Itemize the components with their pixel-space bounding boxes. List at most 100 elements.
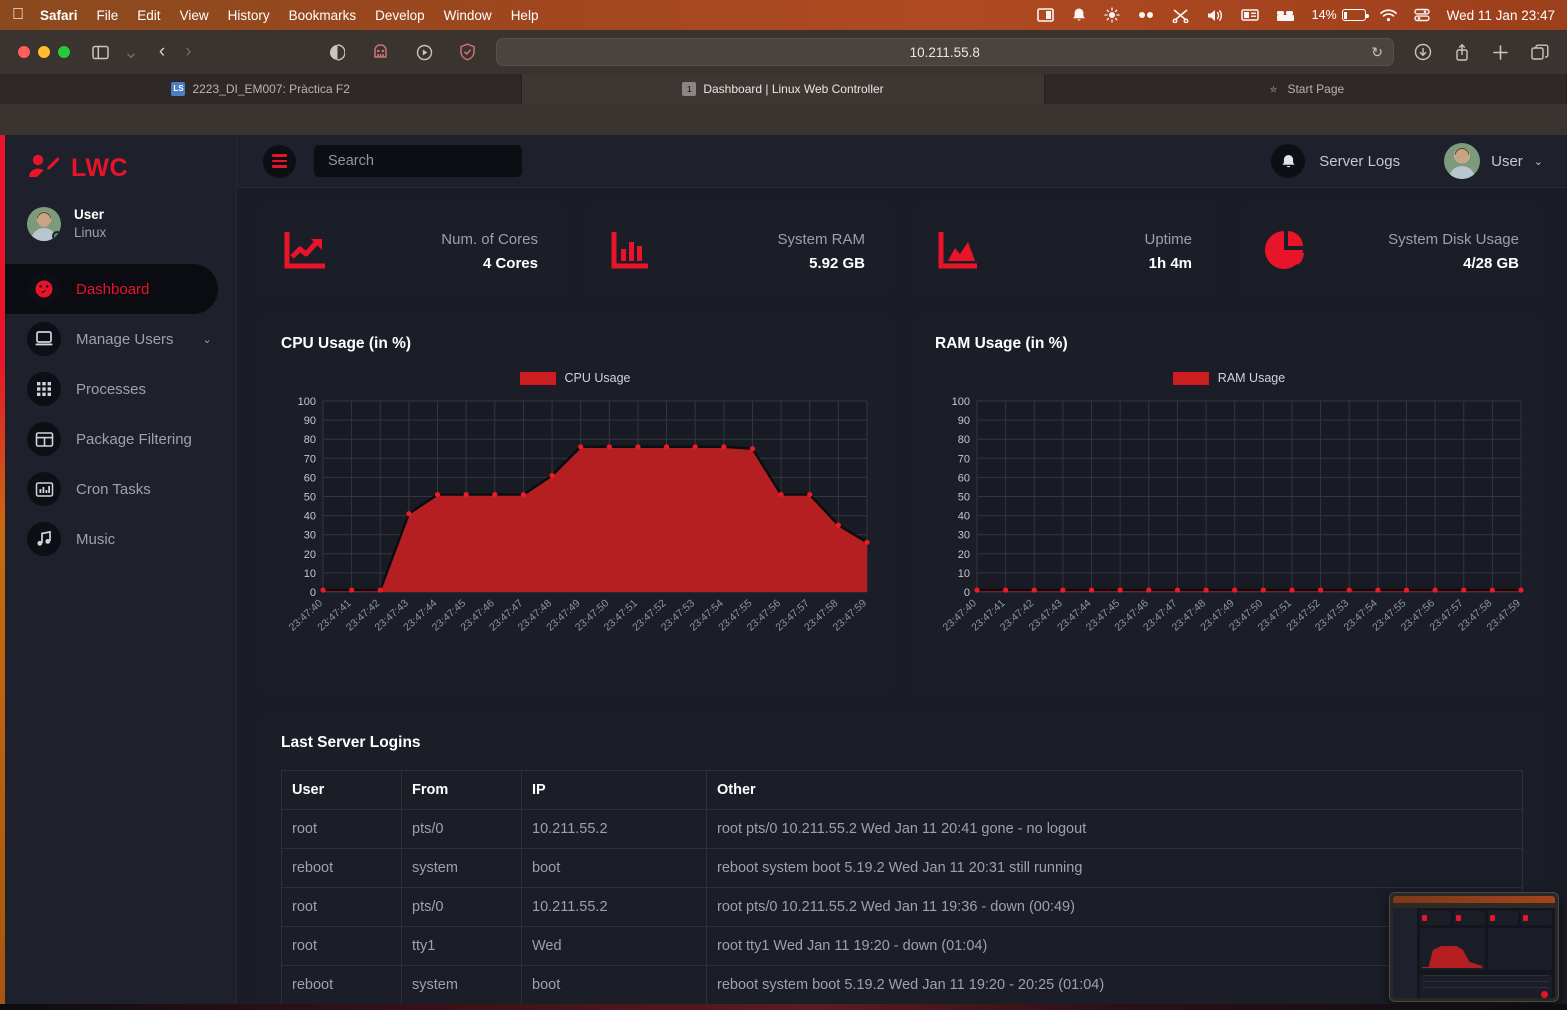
table-row[interactable]: root pts/0 10.211.55.2 root pts/0 10.211.55… bbox=[281, 809, 1523, 849]
privacy-report-icon[interactable] bbox=[371, 43, 390, 61]
menubar-clock[interactable]: Wed 11 Jan 23:47 bbox=[1447, 8, 1555, 23]
stat-card-disk-usage[interactable]: System Disk Usage 4/28 GB bbox=[1240, 205, 1545, 297]
online-status-dot bbox=[52, 231, 61, 242]
battery-indicator[interactable]: 14% bbox=[1312, 8, 1369, 22]
menu-item-history[interactable]: History bbox=[228, 8, 270, 23]
picture-in-picture-preview[interactable] bbox=[1389, 892, 1559, 1002]
dual-dot-icon[interactable] bbox=[1137, 11, 1155, 19]
app-sidebar: LWC User Linux Dashboard Manage Users ⌄ … bbox=[0, 135, 237, 1010]
chart-legend[interactable]: RAM Usage bbox=[935, 371, 1523, 385]
table-cell: pts/0 bbox=[401, 887, 522, 927]
profile-name: User bbox=[74, 207, 105, 222]
reader-icon[interactable] bbox=[329, 43, 345, 61]
table-row[interactable]: reboot system boot reboot system boot 5.19.… bbox=[281, 848, 1523, 888]
notification-bell-icon[interactable] bbox=[1071, 7, 1087, 23]
sidebar-item-dashboard[interactable]: Dashboard bbox=[0, 264, 218, 315]
menu-item-window[interactable]: Window bbox=[444, 8, 492, 23]
stat-card-uptime[interactable]: Uptime 1h 4m bbox=[913, 205, 1218, 297]
sidebar-item-processes[interactable]: Processes bbox=[5, 364, 218, 414]
column-header-ip[interactable]: IP bbox=[521, 770, 707, 810]
tab-title: Start Page bbox=[1287, 82, 1345, 96]
column-header-user[interactable]: User bbox=[281, 770, 402, 810]
tab-overview-icon[interactable] bbox=[1531, 44, 1549, 61]
sidebar-item-manage-users[interactable]: Manage Users ⌄ bbox=[5, 314, 218, 364]
wifi-icon[interactable] bbox=[1379, 8, 1397, 22]
play-icon[interactable] bbox=[416, 44, 433, 61]
svg-text:20: 20 bbox=[958, 549, 970, 561]
table-row[interactable]: root tty1 Wed root tty1 Wed Jan 11 19:20 - … bbox=[281, 926, 1523, 966]
chart-title: RAM Usage (in %) bbox=[935, 335, 1068, 352]
stat-card-text: System Disk Usage 4/28 GB bbox=[1388, 231, 1519, 272]
stat-card-cores[interactable]: Num. of Cores 4 Cores bbox=[259, 205, 564, 297]
svg-text:90: 90 bbox=[304, 415, 316, 427]
screen-mirroring-icon[interactable] bbox=[1036, 7, 1054, 23]
column-header-from[interactable]: From bbox=[401, 770, 522, 810]
shield-icon[interactable] bbox=[459, 43, 476, 61]
table-row[interactable]: root pts/0 10.211.55.2 root pts/0 10.211.55… bbox=[281, 887, 1523, 927]
bed-icon[interactable] bbox=[1276, 9, 1295, 22]
svg-text:10: 10 bbox=[958, 568, 970, 580]
user-edit-icon bbox=[27, 153, 61, 184]
reload-icon[interactable]: ↻ bbox=[1371, 44, 1383, 61]
browser-tabbar: LS 2223_DI_EM007: Pràctica F2 1 Dashboar… bbox=[0, 74, 1567, 104]
volume-icon[interactable] bbox=[1206, 8, 1224, 23]
search-input[interactable]: Search bbox=[314, 145, 522, 177]
menu-item-safari[interactable]: Safari bbox=[40, 8, 78, 23]
bell-icon[interactable] bbox=[1271, 144, 1306, 178]
brightness-icon[interactable] bbox=[1103, 7, 1120, 23]
menu-item-file[interactable]: File bbox=[97, 8, 119, 23]
brand-logo[interactable]: LWC bbox=[5, 135, 236, 196]
back-chevron-icon[interactable]: ‹ bbox=[149, 41, 175, 63]
chevron-down-icon[interactable]: ⌄ bbox=[203, 333, 212, 346]
browser-tab-dashboard[interactable]: 1 Dashboard | Linux Web Controller bbox=[522, 74, 1045, 104]
pip-charts bbox=[1420, 928, 1552, 970]
sidebar-item-label: Music bbox=[76, 530, 116, 548]
stat-value: 5.92 GB bbox=[809, 254, 865, 272]
scissors-icon[interactable] bbox=[1172, 8, 1189, 23]
new-tab-icon[interactable] bbox=[1492, 44, 1509, 61]
column-header-other[interactable]: Other bbox=[706, 770, 1523, 810]
legend-label: RAM Usage bbox=[1217, 371, 1286, 385]
server-logs-link[interactable]: Server Logs bbox=[1319, 153, 1400, 170]
browser-tab-practica[interactable]: LS 2223_DI_EM007: Pràctica F2 bbox=[0, 74, 523, 104]
chart-legend[interactable]: CPU Usage bbox=[281, 371, 869, 385]
minimize-window-button[interactable] bbox=[38, 46, 50, 58]
control-center-icon[interactable] bbox=[1413, 8, 1430, 22]
browser-tab-start-page[interactable]: ☆ Start Page bbox=[1044, 74, 1567, 104]
close-window-button[interactable] bbox=[18, 46, 30, 58]
window-controls[interactable] bbox=[18, 46, 70, 58]
menu-item-view[interactable]: View bbox=[180, 8, 209, 23]
stat-label: Uptime bbox=[1144, 230, 1192, 248]
menu-item-help[interactable]: Help bbox=[511, 8, 539, 23]
pip-stat-cards bbox=[1420, 911, 1552, 925]
stat-card-system-ram[interactable]: System RAM 5.92 GB bbox=[586, 205, 891, 297]
avatar bbox=[1444, 143, 1481, 179]
download-icon[interactable] bbox=[1414, 43, 1432, 61]
svg-text:70: 70 bbox=[958, 453, 970, 465]
zoom-window-button[interactable] bbox=[58, 46, 70, 58]
menu-item-edit[interactable]: Edit bbox=[137, 8, 160, 23]
share-icon[interactable] bbox=[1454, 43, 1470, 62]
sidebar-profile[interactable]: User Linux bbox=[5, 196, 236, 258]
keyboard-icon[interactable] bbox=[1240, 8, 1259, 22]
sidebar-item-music[interactable]: Music bbox=[5, 514, 218, 564]
apple-icon[interactable]:  bbox=[12, 7, 24, 23]
sidebar-item-package-filtering[interactable]: Package Filtering bbox=[5, 414, 218, 464]
svg-text:10: 10 bbox=[304, 568, 316, 580]
sidebar-item-label: Cron Tasks bbox=[76, 480, 151, 498]
forward-chevron-icon[interactable]: › bbox=[175, 41, 201, 63]
address-bar[interactable]: 10.211.55.8 ↻ bbox=[495, 38, 1394, 66]
menu-item-develop[interactable]: Develop bbox=[375, 8, 425, 23]
user-menu[interactable]: User ⌄ bbox=[1444, 143, 1543, 179]
avatar bbox=[27, 207, 61, 242]
hamburger-icon[interactable] bbox=[263, 144, 296, 178]
sidebar-item-cron-tasks[interactable]: Cron Tasks bbox=[5, 464, 218, 514]
table-cell: root bbox=[281, 926, 402, 966]
sidebar-toggle-icon[interactable] bbox=[92, 45, 109, 60]
svg-text:40: 40 bbox=[958, 511, 970, 523]
table-row[interactable]: reboot system boot reboot system boot 5.19.… bbox=[281, 965, 1523, 1005]
menu-item-bookmarks[interactable]: Bookmarks bbox=[289, 8, 357, 23]
profile-text: User Linux bbox=[74, 206, 106, 242]
table-cell: system bbox=[401, 848, 522, 888]
sidebar-dropdown-caret-icon[interactable]: ⌄ bbox=[113, 41, 149, 64]
